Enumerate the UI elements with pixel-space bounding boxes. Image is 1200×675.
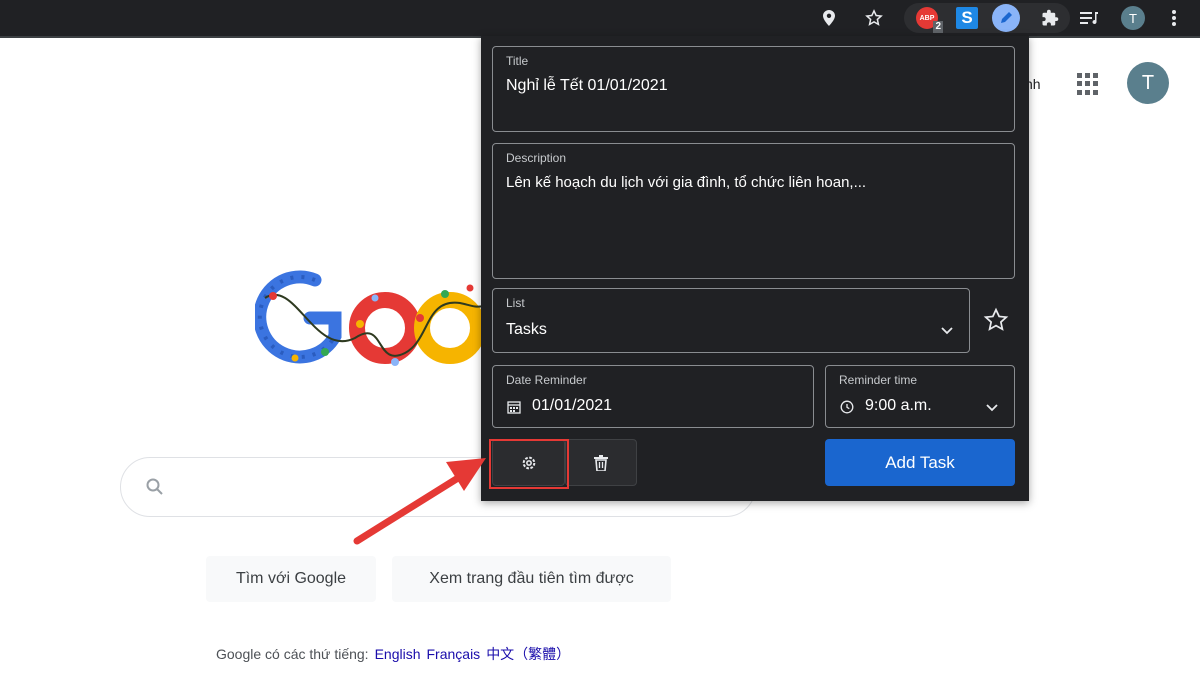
- chevron-down-icon: [986, 404, 998, 412]
- feeling-lucky-button[interactable]: Xem trang đầu tiên tìm được: [392, 556, 671, 602]
- title-label: Title: [506, 54, 529, 68]
- languages-prefix: Google có các thứ tiếng:: [216, 646, 369, 662]
- star-icon[interactable]: [983, 307, 1009, 333]
- s-letter: S: [956, 7, 978, 29]
- pen-extension-icon[interactable]: [990, 4, 1022, 32]
- list-label: List: [506, 296, 525, 310]
- screen: ABP 2 S T nh T Tìm với Google Xem trang …: [0, 0, 1200, 675]
- chevron-down-icon: [941, 327, 953, 335]
- puzzle-icon[interactable]: [1038, 6, 1062, 30]
- trash-icon: [594, 454, 608, 471]
- profile-letter: T: [1121, 6, 1145, 30]
- list-select[interactable]: List Tasks: [492, 288, 970, 353]
- add-task-button[interactable]: Add Task: [825, 439, 1015, 486]
- time-label: Reminder time: [839, 373, 918, 387]
- google-doodle-logo[interactable]: [255, 258, 485, 388]
- calendar-icon: [507, 401, 521, 414]
- date-reminder-field[interactable]: Date Reminder 01/01/2021: [492, 365, 814, 428]
- description-value[interactable]: Lên kế hoạch du lịch với gia đình, tổ ch…: [506, 174, 866, 191]
- settings-highlight-box: [489, 439, 569, 489]
- account-avatar[interactable]: T: [1127, 62, 1169, 104]
- menu-dots-icon[interactable]: [1166, 6, 1182, 30]
- title-value[interactable]: Nghỉ lễ Tết 01/01/2021: [506, 77, 668, 95]
- google-search-button[interactable]: Tìm với Google: [206, 556, 376, 602]
- list-value: Tasks: [506, 321, 547, 338]
- star-icon[interactable]: [862, 6, 886, 30]
- date-value: 01/01/2021: [532, 397, 613, 414]
- clock-icon: [840, 400, 854, 414]
- delete-button[interactable]: [565, 439, 637, 486]
- adblock-icon[interactable]: ABP 2: [914, 6, 943, 33]
- description-field[interactable]: Description Lên kế hoạch du lịch với gia…: [492, 143, 1015, 279]
- date-label: Date Reminder: [506, 373, 587, 387]
- language-link-french[interactable]: Français: [427, 646, 481, 662]
- language-link-chinese[interactable]: 中文（繁體）: [486, 646, 570, 662]
- adblock-badge: 2: [933, 21, 943, 33]
- apps-grid-icon[interactable]: [1077, 73, 1099, 95]
- languages-bar: Google có các thứ tiếng: English Français 中…: [216, 644, 570, 664]
- profile-avatar[interactable]: T: [1120, 6, 1146, 30]
- reading-list-icon[interactable]: [1078, 6, 1102, 30]
- time-value: 9:00 a.m.: [865, 397, 932, 414]
- browser-toolbar: ABP 2 S T: [0, 0, 1200, 38]
- location-icon[interactable]: [818, 6, 840, 30]
- search-icon: [146, 478, 163, 495]
- description-label: Description: [506, 151, 567, 165]
- adblock-letters: ABP: [919, 14, 935, 22]
- title-field[interactable]: Title Nghỉ lễ Tết 01/01/2021: [492, 46, 1015, 132]
- s-extension-icon[interactable]: S: [954, 6, 980, 30]
- language-link-english[interactable]: English: [375, 646, 421, 662]
- task-popup: Title Nghỉ lễ Tết 01/01/2021 Description…: [481, 36, 1029, 501]
- reminder-time-select[interactable]: Reminder time 9:00 a.m.: [825, 365, 1015, 428]
